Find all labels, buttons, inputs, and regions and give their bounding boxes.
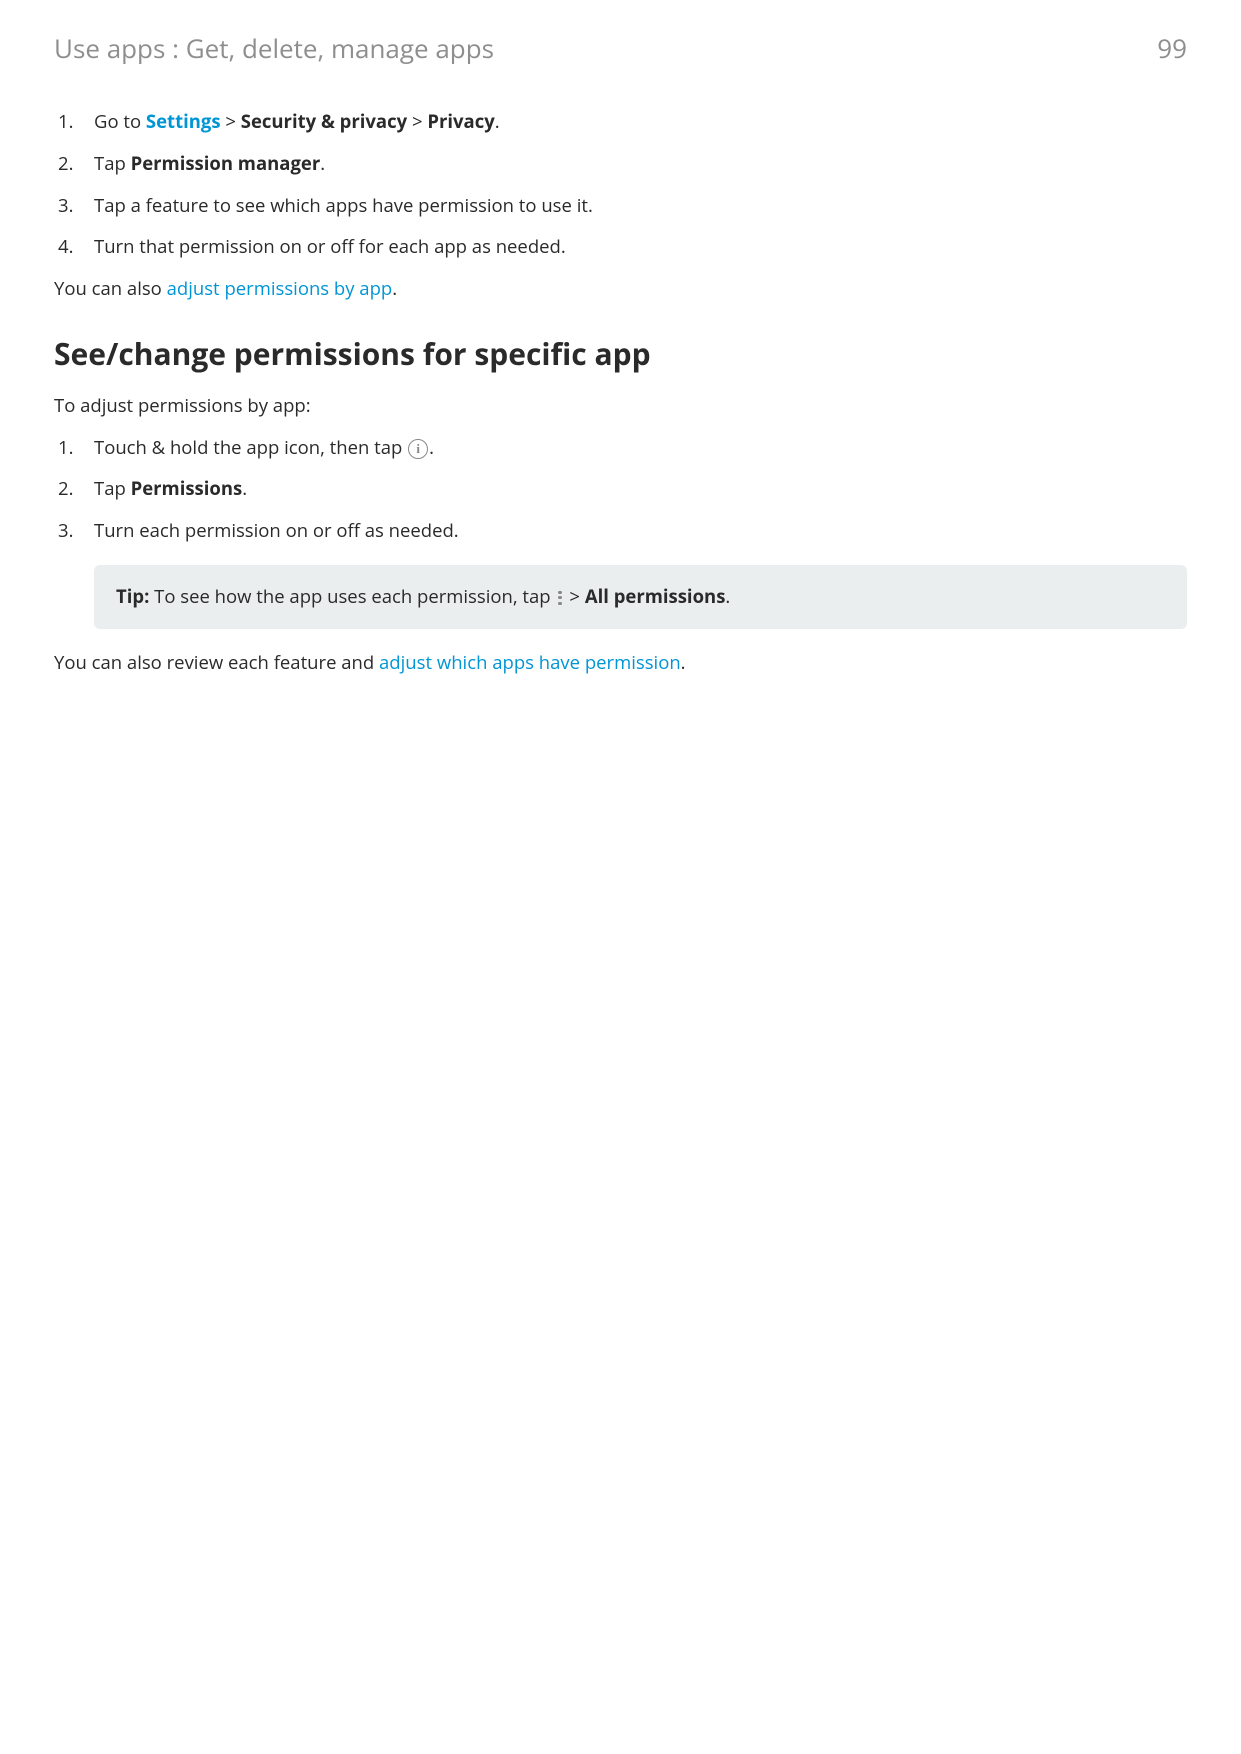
list-number: 3. <box>54 192 94 220</box>
list-item: 3. Turn each permission on or off as nee… <box>54 517 1187 545</box>
paragraph: You can also adjust permissions by app. <box>54 275 1187 303</box>
list-item: 2. Tap Permission manager. <box>54 150 1187 178</box>
steps-list-1: 1. Go to Settings > Security & privacy >… <box>54 108 1187 261</box>
list-number: 1. <box>54 434 94 462</box>
list-item: 3. Tap a feature to see which apps have … <box>54 192 1187 220</box>
list-item: 1. Touch & hold the app icon, then tap . <box>54 434 1187 462</box>
list-number: 2. <box>54 150 94 178</box>
info-icon <box>408 439 428 459</box>
list-content: Tap Permission manager. <box>94 150 1187 178</box>
adjust-apps-permission-link[interactable]: adjust which apps have permission <box>379 650 681 675</box>
steps-list-2: 1. Touch & hold the app icon, then tap .… <box>54 434 1187 545</box>
list-content: Turn that permission on or off for each … <box>94 233 1187 261</box>
text: To see how the app uses each permission,… <box>149 584 555 609</box>
text: . <box>320 151 325 176</box>
text: . <box>495 109 500 134</box>
tip-box: Tip: To see how the app uses each permis… <box>94 565 1187 629</box>
adjust-permissions-link[interactable]: adjust permissions by app <box>167 276 393 301</box>
list-content: Go to Settings > Security & privacy > Pr… <box>94 108 1187 136</box>
section-heading: See/change permissions for specific app <box>54 333 1187 374</box>
list-content: Tap a feature to see which apps have per… <box>94 192 1187 220</box>
settings-link[interactable]: Settings <box>146 109 221 134</box>
text: > <box>565 584 585 609</box>
more-vertical-icon <box>555 591 564 605</box>
text: . <box>242 476 247 501</box>
bold-text: Privacy <box>427 109 494 134</box>
bold-text: Permissions <box>131 476 243 501</box>
paragraph: To adjust permissions by app: <box>54 392 1187 420</box>
text: Tap <box>94 476 131 501</box>
text: . <box>681 650 686 675</box>
list-number: 4. <box>54 233 94 261</box>
text: Go to <box>94 109 146 134</box>
text: You can also review each feature and <box>54 650 379 675</box>
list-content: Tap Permissions. <box>94 475 1187 503</box>
list-item: 4. Turn that permission on or off for ea… <box>54 233 1187 261</box>
list-content: Turn each permission on or off as needed… <box>94 517 1187 545</box>
page-number: 99 <box>1157 30 1187 66</box>
list-number: 1. <box>54 108 94 136</box>
tip-label: Tip: <box>116 584 149 609</box>
text: Tap <box>94 151 131 176</box>
list-item: 1. Go to Settings > Security & privacy >… <box>54 108 1187 136</box>
text: . <box>392 276 397 301</box>
bold-text: Permission manager <box>131 151 321 176</box>
list-number: 3. <box>54 517 94 545</box>
list-number: 2. <box>54 475 94 503</box>
bold-text: Security & privacy <box>241 109 407 134</box>
text: Touch & hold the app icon, then tap <box>94 435 407 460</box>
paragraph: You can also review each feature and adj… <box>54 649 1187 677</box>
text: . <box>725 584 730 609</box>
breadcrumb: Use apps : Get, delete, manage apps <box>54 30 494 66</box>
text: You can also <box>54 276 167 301</box>
page-header: Use apps : Get, delete, manage apps 99 <box>54 30 1187 66</box>
list-content: Touch & hold the app icon, then tap . <box>94 434 1187 462</box>
text: > <box>221 109 241 134</box>
bold-text: All permissions <box>585 584 726 609</box>
text: > <box>407 109 427 134</box>
text: . <box>429 435 434 460</box>
list-item: 2. Tap Permissions. <box>54 475 1187 503</box>
